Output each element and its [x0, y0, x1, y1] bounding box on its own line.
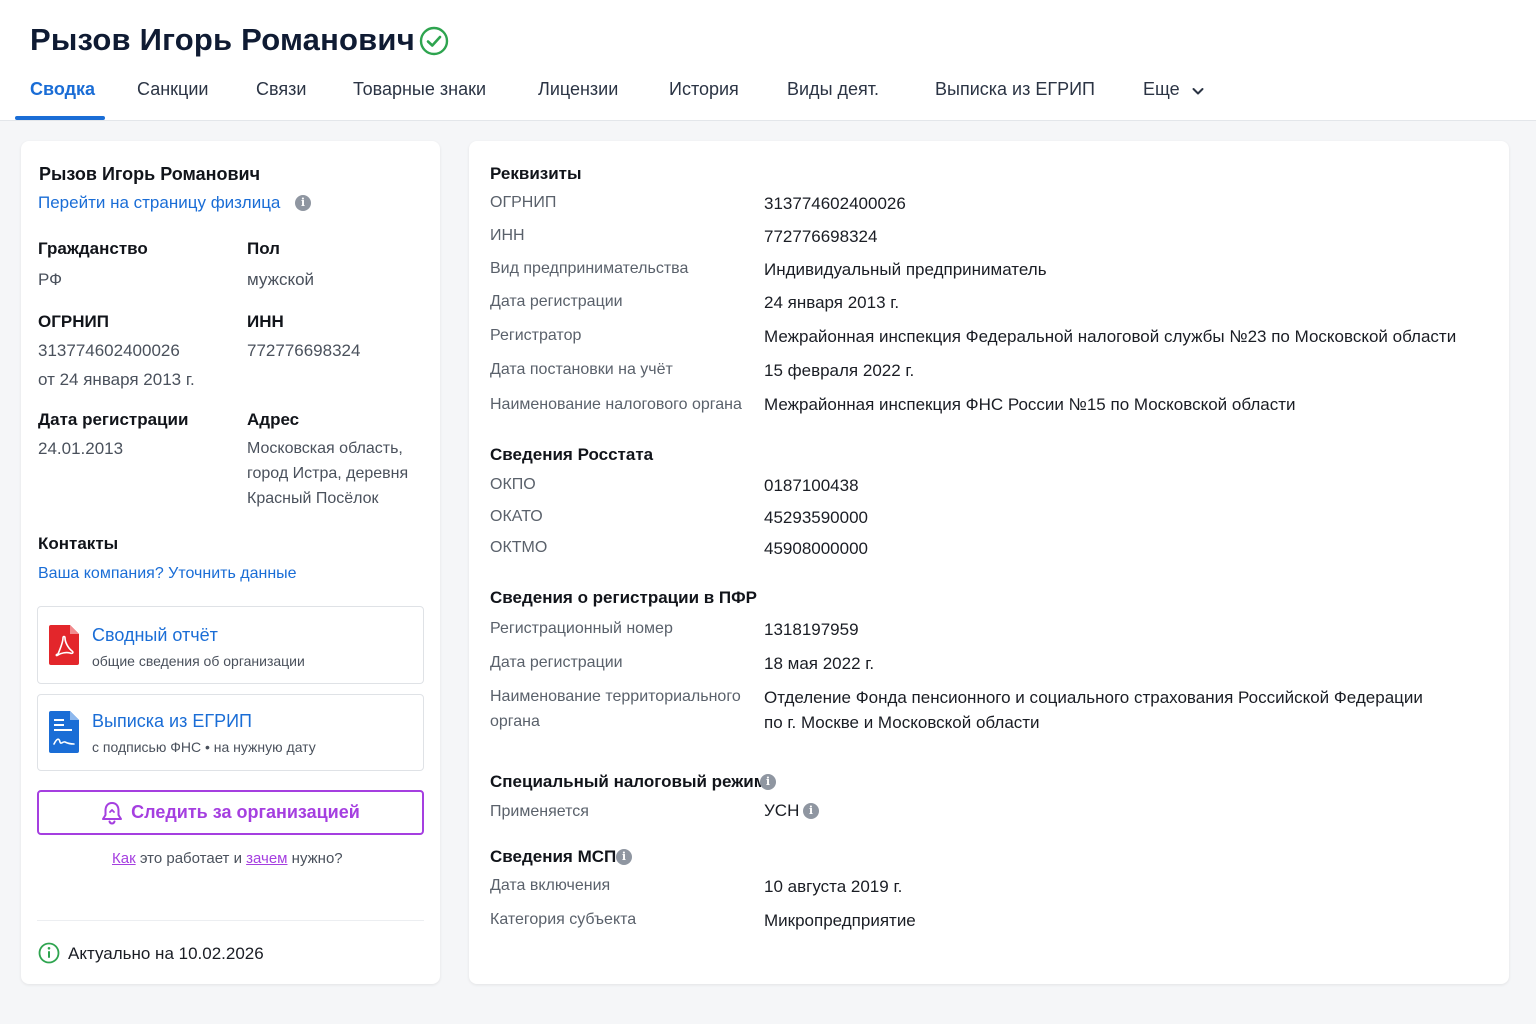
pfr-label: Регистрационный номер — [490, 620, 673, 637]
details-card: Реквизиты ОГРНИП 313774602400026 ИНН 772… — [469, 141, 1509, 984]
requisite-value: Индивидуальный предприниматель — [764, 260, 1047, 279]
regdate-label: Дата регистрации — [38, 410, 189, 429]
page-header: Рызов Игорь Романович Сводка Санкции Свя… — [0, 0, 1536, 121]
msp-value: 10 августа 2019 г. — [764, 877, 903, 896]
rosstat-value: 0187100438 — [764, 476, 859, 495]
egrip-extract-card[interactable]: Выписка из ЕГРИП с подписью ФНС • на нуж… — [37, 694, 424, 771]
why-link[interactable]: зачем — [246, 850, 287, 867]
msp-value: Микропредприятие — [764, 911, 916, 930]
address-line: Красный Посёлок — [247, 490, 379, 507]
summary-report-card[interactable]: Сводный отчёт общие сведения об организа… — [37, 606, 424, 684]
pfr-value: 1318197959 — [764, 620, 859, 639]
how-link[interactable]: Как — [112, 850, 136, 867]
person-name: Рызов Игорь Романович — [39, 164, 261, 184]
how-text: нужно? — [287, 850, 343, 867]
section-title-tax-regime: Специальный налоговый режим — [490, 772, 767, 791]
ogrnip-date: от 24 января 2013 г. — [38, 370, 195, 389]
requisite-label: ОГРНИП — [490, 194, 557, 211]
verified-check-icon — [419, 26, 449, 56]
section-title-msp: Сведения МСП — [490, 847, 617, 866]
tax-regime-label: Применяется — [490, 803, 589, 820]
pdf-icon — [49, 625, 79, 665]
rosstat-value: 45908000000 — [764, 539, 869, 558]
info-icon[interactable]: i — [803, 803, 819, 819]
requisite-value: Межрайонная инспекция ФНС России №15 по … — [764, 395, 1296, 414]
info-icon[interactable]: i — [295, 195, 311, 211]
summary-report-title: Сводный отчёт — [92, 625, 218, 645]
tab-history[interactable]: История — [669, 79, 739, 100]
tab-licenses[interactable]: Лицензии — [538, 79, 618, 100]
page-title: Рызов Игорь Романович — [30, 22, 415, 57]
tab-activities[interactable]: Виды деят. — [787, 79, 879, 100]
pfr-org-value: Отделение Фонда пенсионного и социальног… — [764, 688, 1423, 707]
requisite-value: 24 января 2013 г. — [764, 293, 900, 312]
follow-organization-button[interactable]: Следить за организацией — [37, 790, 424, 835]
pfr-label: Дата регистрации — [490, 654, 623, 671]
chevron-down-icon[interactable] — [1191, 84, 1205, 98]
follow-organization-label: Следить за организацией — [131, 802, 360, 822]
requisite-label: Дата регистрации — [490, 293, 623, 310]
tab-egrip-extract[interactable]: Выписка из ЕГРИП — [935, 79, 1095, 100]
inn-label: ИНН — [247, 312, 284, 331]
ogrnip-label: ОГРНИП — [38, 312, 109, 331]
requisite-label: Дата постановки на учёт — [490, 361, 673, 378]
info-icon[interactable]: i — [760, 774, 776, 790]
requisite-value: Межрайонная инспекция Федеральной налого… — [764, 327, 1457, 346]
tab-trademarks[interactable]: Товарные знаки — [353, 79, 486, 100]
egrip-extract-title: Выписка из ЕГРИП — [92, 711, 252, 731]
section-title-pfr: Сведения о регистрации в ПФР — [490, 588, 757, 607]
msp-label: Категория субъекта — [490, 911, 637, 928]
requisite-value: 772776698324 — [764, 227, 878, 246]
gender-label: Пол — [247, 239, 280, 258]
divider — [37, 920, 424, 921]
active-tab-indicator — [15, 116, 105, 120]
regdate-value: 24.01.2013 — [38, 439, 124, 458]
contacts-label: Контакты — [38, 534, 119, 553]
bell-icon — [102, 801, 123, 825]
ogrnip-value: 313774602400026 — [38, 341, 180, 360]
pfr-org-value: по г. Москве и Московской области — [764, 713, 1040, 732]
inn-value: 772776698324 — [247, 341, 361, 360]
requisite-value: 15 февраля 2022 г. — [764, 361, 915, 380]
egrip-extract-subtitle: с подписью ФНС • на нужную дату — [92, 739, 316, 755]
pfr-org-label: Наименование территориального — [490, 688, 741, 705]
tab-sanctions[interactable]: Санкции — [137, 79, 208, 100]
gender-value: мужской — [247, 270, 315, 289]
actual-date: Актуально на 10.02.2026 — [68, 944, 264, 963]
requisite-value: 313774602400026 — [764, 194, 906, 213]
update-data-link[interactable]: Ваша компания? Уточнить данные — [38, 565, 297, 583]
address-line: город Истра, деревня — [247, 465, 409, 482]
summary-card: Рызов Игорь Романович Перейти на страниц… — [21, 141, 440, 984]
rosstat-label: ОКТМО — [490, 539, 548, 556]
tab-connections[interactable]: Связи — [256, 79, 306, 100]
section-title-requisites: Реквизиты — [490, 164, 582, 183]
rosstat-value: 45293590000 — [764, 508, 869, 527]
pfr-value: 18 мая 2022 г. — [764, 654, 875, 673]
requisite-label: Регистратор — [490, 327, 582, 344]
summary-report-subtitle: общие сведения об организации — [92, 653, 305, 669]
citizenship-label: Гражданство — [38, 239, 148, 258]
document-signed-icon — [49, 711, 79, 753]
address-line: Московская область, — [247, 440, 403, 457]
section-title-rosstat: Сведения Росстата — [490, 445, 654, 464]
tab-more[interactable]: Еще — [1143, 79, 1180, 100]
msp-label: Дата включения — [490, 877, 611, 894]
info-icon[interactable]: i — [616, 849, 632, 865]
person-page-link[interactable]: Перейти на страницу физлица — [38, 193, 280, 213]
rosstat-label: ОКАТО — [490, 508, 543, 525]
info-circle-icon — [38, 942, 60, 964]
tax-regime-value: УСН — [764, 801, 800, 820]
requisite-label: Наименование налогового органа — [490, 396, 742, 413]
how-text: это работает и — [135, 850, 247, 867]
address-label: Адрес — [247, 410, 300, 429]
rosstat-label: ОКПО — [490, 476, 536, 493]
how-it-works-text: Как это работает и зачем нужно? — [112, 850, 343, 867]
pfr-org-label: органа — [490, 713, 540, 730]
requisite-label: ИНН — [490, 227, 525, 244]
citizenship-value: РФ — [38, 270, 63, 289]
tab-summary[interactable]: Сводка — [30, 79, 95, 100]
requisite-label: Вид предпринимательства — [490, 260, 689, 277]
